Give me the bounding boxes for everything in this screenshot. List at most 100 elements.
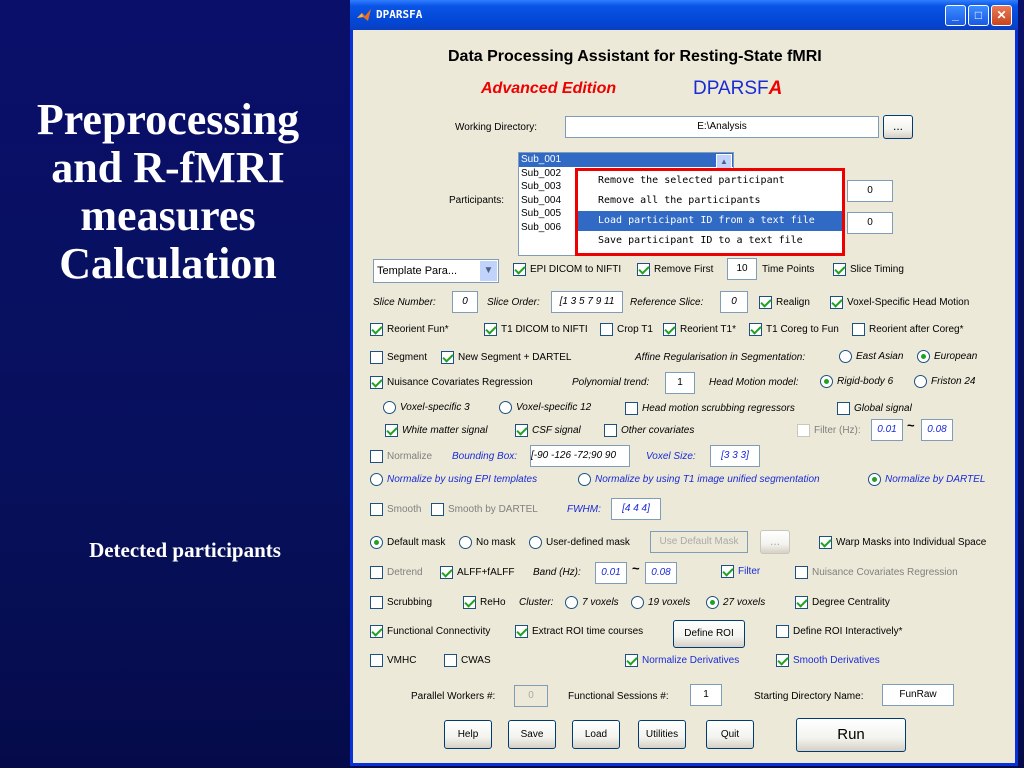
checkbox-icon[interactable] [515,424,528,437]
checkbox-icon[interactable] [370,376,383,389]
checkbox-icon[interactable] [852,323,865,336]
scrubbing-checkbox[interactable]: Scrubbing [370,596,432,609]
white-matter-checkbox[interactable]: White matter signal [385,424,488,437]
cluster-19-radio[interactable]: 19 voxels [631,596,690,609]
normalize-dartel-radio[interactable]: Normalize by DARTEL [868,473,985,486]
radio-icon[interactable] [565,596,578,609]
checkbox-icon[interactable] [837,402,850,415]
voxel-size-input[interactable]: [3 3 3] [710,445,760,467]
radio-icon[interactable] [499,401,512,414]
filter-hz-checkbox[interactable]: Filter (Hz): [797,424,861,437]
filter-high-input[interactable]: 0.08 [921,419,953,441]
minimize-button[interactable]: _ [945,5,966,26]
fwhm-input[interactable]: [4 4 4] [611,498,661,520]
filter-low-input[interactable]: 0.01 [871,419,903,441]
close-button[interactable]: ✕ [991,5,1012,26]
crop-t1-checkbox[interactable]: Crop T1 [600,323,653,336]
no-mask-radio[interactable]: No mask [459,536,515,549]
checkbox-icon[interactable] [370,566,383,579]
normalize-checkbox[interactable]: Normalize [370,450,432,463]
radio-icon[interactable] [914,375,927,388]
checkbox-icon[interactable] [776,654,789,667]
define-roi-button[interactable]: Define ROI [673,620,745,648]
normalize-t1-radio[interactable]: Normalize by using T1 image unified segm… [578,473,820,486]
checkbox-icon[interactable] [625,402,638,415]
segment-checkbox[interactable]: Segment [370,351,427,364]
checkbox-icon[interactable] [795,566,808,579]
slice-timing-checkbox[interactable]: Slice Timing [833,263,904,276]
radio-icon[interactable] [706,596,719,609]
cluster-7-radio[interactable]: 7 voxels [565,596,619,609]
reorient-t1-checkbox[interactable]: Reorient T1* [663,323,736,336]
menu-item-remove-selected[interactable]: Remove the selected participant [578,171,842,191]
working-dir-input[interactable]: E:\Analysis [565,116,879,138]
hidden-field-1[interactable]: 0 [847,180,893,202]
menu-item-save-ids[interactable]: Save participant ID to a text file [578,231,842,251]
global-signal-checkbox[interactable]: Global signal [837,402,912,415]
checkbox-icon[interactable] [513,263,526,276]
menu-item-remove-all[interactable]: Remove all the participants [578,191,842,211]
radio-icon[interactable] [370,536,383,549]
load-button[interactable]: Load [572,720,620,749]
use-default-mask-field[interactable]: Use Default Mask [650,531,748,553]
nuisance-2-checkbox[interactable]: Nuisance Covariates Regression [795,566,958,579]
checkbox-icon[interactable] [776,625,789,638]
other-covariates-checkbox[interactable]: Other covariates [604,424,694,437]
realign-checkbox[interactable]: Realign [759,296,810,309]
vmhc-checkbox[interactable]: VMHC [370,654,416,667]
checkbox-icon[interactable] [370,596,383,609]
checkbox-icon[interactable] [721,565,734,578]
list-item[interactable]: Sub_001 [519,153,733,167]
cluster-27-radio[interactable]: 27 voxels [706,596,765,609]
checkbox-icon[interactable] [370,625,383,638]
checkbox-icon[interactable] [515,625,528,638]
checkbox-icon[interactable] [749,323,762,336]
menu-item-load-ids[interactable]: Load participant ID from a text file [578,211,842,231]
radio-icon[interactable] [820,375,833,388]
voxel-head-motion-checkbox[interactable]: Voxel-Specific Head Motion [830,296,969,309]
cwas-checkbox[interactable]: CWAS [444,654,491,667]
remove-first-input[interactable]: 10 [727,258,757,280]
user-mask-radio[interactable]: User-defined mask [529,536,630,549]
mask-browse-button[interactable]: ... [760,530,790,554]
checkbox-icon[interactable] [370,503,383,516]
checkbox-icon[interactable] [463,596,476,609]
checkbox-icon[interactable] [759,296,772,309]
functional-sessions-input[interactable]: 1 [690,684,722,706]
slice-order-input[interactable]: [1 3 5 7 9 11 [551,291,623,313]
checkbox-icon[interactable] [484,323,497,336]
define-roi-interactively-checkbox[interactable]: Define ROI Interactively* [776,625,903,638]
voxel-specific-12-radio[interactable]: Voxel-specific 12 [499,401,591,414]
checkbox-icon[interactable] [385,424,398,437]
slice-number-input[interactable]: 0 [452,291,478,313]
east-asian-radio[interactable]: East Asian [839,350,903,363]
t1-coreg-checkbox[interactable]: T1 Coreg to Fun [749,323,839,336]
reorient-after-coreg-checkbox[interactable]: Reorient after Coreg* [852,323,964,336]
normalize-derivatives-checkbox[interactable]: Normalize Derivatives [625,654,739,667]
checkbox-icon[interactable] [431,503,444,516]
smooth-dartel-checkbox[interactable]: Smooth by DARTEL [431,503,538,516]
fc-checkbox[interactable]: Functional Connectivity [370,625,490,638]
save-button[interactable]: Save [508,720,556,749]
reho-checkbox[interactable]: ReHo [463,596,506,609]
voxel-specific-3-radio[interactable]: Voxel-specific 3 [383,401,470,414]
checkbox-icon[interactable] [833,263,846,276]
filter-checkbox[interactable]: Filter [721,565,760,578]
warp-masks-checkbox[interactable]: Warp Masks into Individual Space [819,536,986,549]
checkbox-icon[interactable] [370,323,383,336]
epi-dicom-checkbox[interactable]: EPI DICOM to NIFTI [513,263,621,276]
checkbox-icon[interactable] [440,566,453,579]
checkbox-icon[interactable] [600,323,613,336]
checkbox-icon[interactable] [637,263,650,276]
reorient-fun-checkbox[interactable]: Reorient Fun* [370,323,449,336]
radio-icon[interactable] [631,596,644,609]
radio-icon[interactable] [459,536,472,549]
title-bar[interactable]: DPARSFA _ □ ✕ [350,0,1018,30]
parallel-workers-input[interactable]: 0 [514,685,548,707]
band-high-input[interactable]: 0.08 [645,562,677,584]
csf-checkbox[interactable]: CSF signal [515,424,581,437]
extract-roi-checkbox[interactable]: Extract ROI time courses [515,625,643,638]
checkbox-icon[interactable] [604,424,617,437]
band-low-input[interactable]: 0.01 [595,562,627,584]
normalize-epi-radio[interactable]: Normalize by using EPI templates [370,473,537,486]
